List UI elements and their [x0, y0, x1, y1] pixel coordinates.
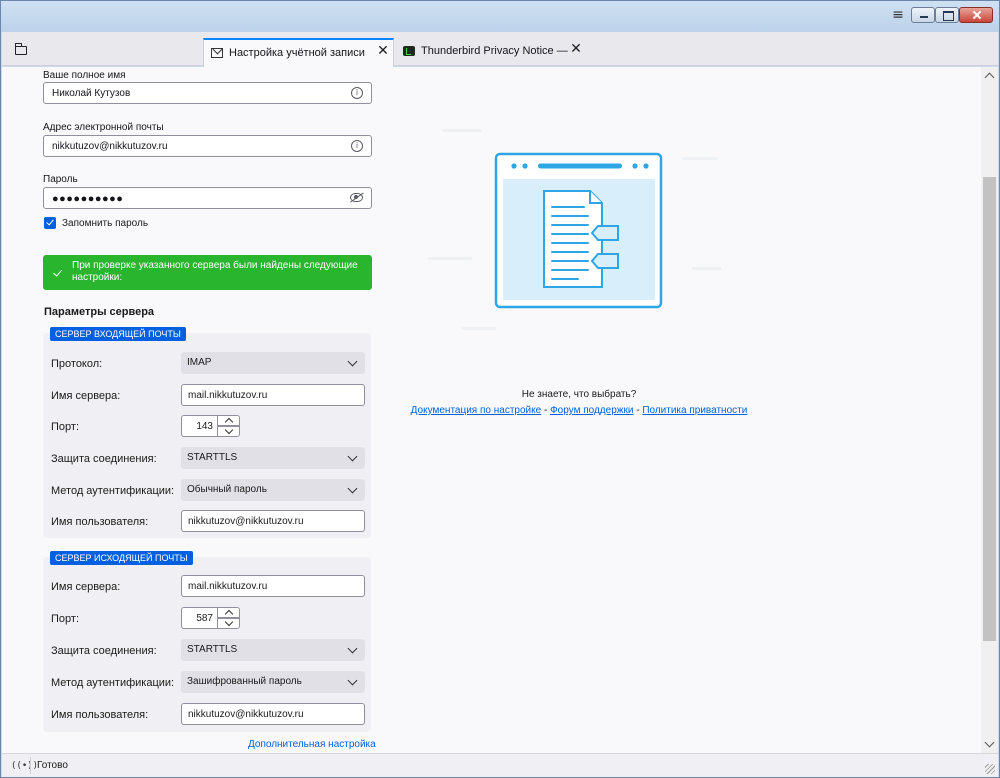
incoming-auth-value: Обычный пароль: [187, 484, 267, 495]
chevron-down-icon: [347, 356, 358, 367]
check-icon: [53, 267, 62, 277]
tab-bar: Настройка учётной записи ✕ Thunderbird P…: [2, 32, 998, 67]
forum-link[interactable]: Форум поддержки: [550, 405, 633, 416]
outgoing-server-badge: Сервер исходящей почты: [50, 551, 193, 565]
minimize-icon: [912, 8, 934, 22]
outgoing-port-stepper[interactable]: 587: [181, 607, 242, 629]
resize-grip-icon[interactable]: [985, 764, 995, 774]
full-name-label: Ваше полное имя: [43, 70, 126, 81]
outgoing-security-select[interactable]: STARTTLS: [181, 639, 365, 661]
incoming-hostname-input[interactable]: mail.nikkutuzov.ru: [181, 384, 365, 406]
online-status-icon[interactable]: ((•)): [11, 760, 38, 772]
account-setup-illustration: [428, 129, 722, 330]
outgoing-username-label: Имя пользователя:: [51, 709, 149, 721]
password-value: ●●●●●●●●●●: [52, 193, 124, 205]
account-setup-page: Ваше полное имя Николай Кутузов i Адрес …: [2, 67, 998, 753]
outgoing-hostname-input[interactable]: mail.nikkutuzov.ru: [181, 575, 365, 597]
incoming-port-stepper[interactable]: 143: [181, 415, 242, 437]
incoming-auth-label: Метод аутентификации:: [51, 485, 175, 497]
outgoing-server-panel: Сервер исходящей почты Имя сервера: mail…: [43, 551, 371, 732]
incoming-port-label: Порт:: [51, 421, 79, 433]
app-window: ≡ Настройка учётной записи ✕ Thunderbird…: [0, 0, 1000, 778]
decrement-button[interactable]: [217, 618, 240, 629]
minimize-button[interactable]: [911, 7, 935, 23]
help-question: Не знаете, что выбрать?: [521, 389, 637, 400]
privacy-link[interactable]: Политика приватности: [642, 405, 747, 416]
scroll-down-icon[interactable]: [981, 736, 998, 753]
notice-text: При проверке указанного сервера были най…: [72, 260, 358, 283]
outgoing-port-input[interactable]: 587: [181, 607, 218, 629]
outgoing-hostname-label: Имя сервера:: [51, 581, 121, 593]
folder-icon[interactable]: [14, 43, 27, 55]
incoming-security-value: STARTTLS: [187, 452, 238, 463]
scrollbar-thumb[interactable]: [983, 177, 996, 641]
tab-title: Настройка учётной записи: [229, 47, 365, 59]
tab-close-icon[interactable]: ✕: [376, 44, 390, 58]
incoming-username-input[interactable]: nikkutuzov@nikkutuzov.ru: [181, 510, 365, 532]
protocol-select[interactable]: IMAP: [181, 352, 365, 374]
scroll-up-icon[interactable]: [981, 67, 998, 84]
chevron-down-icon: [347, 483, 358, 494]
email-value: nikkutuzov@nikkutuzov.ru: [52, 141, 168, 152]
chevron-down-icon: [347, 643, 358, 654]
maximize-icon: [936, 8, 958, 22]
outgoing-auth-label: Метод аутентификации:: [51, 677, 175, 689]
password-label: Пароль: [43, 174, 78, 185]
title-bar: ≡: [1, 1, 999, 32]
chevron-down-icon: [347, 451, 358, 462]
menu-icon[interactable]: ≡: [891, 8, 905, 23]
incoming-server-panel: Сервер входящей почты Протокол: IMAP Имя…: [43, 327, 371, 538]
chevron-down-icon: [347, 675, 358, 686]
divider: [30, 757, 31, 774]
email-label: Адрес электронной почты: [43, 122, 164, 133]
protocol-label: Протокол:: [51, 358, 103, 370]
protocol-value: IMAP: [187, 357, 212, 368]
advanced-config-link[interactable]: Дополнительная настройка: [248, 739, 376, 750]
tab-privacy-notice[interactable]: Thunderbird Privacy Notice — Mozilla ✕: [396, 38, 588, 66]
email-input[interactable]: nikkutuzov@nikkutuzov.ru i: [43, 135, 372, 157]
docs-link[interactable]: Документация по настройке: [411, 405, 542, 416]
info-icon[interactable]: i: [351, 140, 363, 152]
outgoing-username-input[interactable]: nikkutuzov@nikkutuzov.ru: [181, 703, 365, 725]
incoming-auth-select[interactable]: Обычный пароль: [181, 479, 365, 501]
server-settings-title: Параметры сервера: [44, 306, 155, 318]
remember-password-checkbox[interactable]: [44, 217, 56, 229]
incoming-port-input[interactable]: 143: [181, 415, 218, 437]
outgoing-security-value: STARTTLS: [187, 644, 238, 655]
full-name-input[interactable]: Николай Кутузов i: [43, 82, 372, 104]
outgoing-port-label: Порт:: [51, 613, 79, 625]
mail-icon: [211, 48, 223, 58]
incoming-username-label: Имя пользователя:: [51, 516, 149, 528]
success-notice: При проверке указанного сервера были най…: [43, 255, 372, 290]
separator: -: [633, 405, 643, 416]
close-window-button[interactable]: [959, 7, 993, 23]
help-section: Не знаете, что выбрать? Документация по …: [392, 389, 766, 416]
close-icon: [960, 8, 992, 22]
remember-password-label[interactable]: Запомнить пароль: [62, 218, 148, 229]
hidden-eye-icon[interactable]: [350, 193, 363, 202]
incoming-security-select[interactable]: STARTTLS: [181, 447, 365, 469]
incoming-hostname-label: Имя сервера:: [51, 390, 121, 402]
incoming-server-badge: Сервер входящей почты: [50, 327, 186, 341]
info-icon[interactable]: i: [351, 87, 363, 99]
maximize-button[interactable]: [935, 7, 959, 23]
tab-account-setup[interactable]: Настройка учётной записи ✕: [203, 38, 394, 67]
tab-title: Thunderbird Privacy Notice — Mozilla: [421, 45, 569, 57]
thunderbird-icon: [403, 46, 415, 56]
incoming-security-label: Защита соединения:: [51, 453, 157, 465]
outgoing-security-label: Защита соединения:: [51, 645, 157, 657]
status-bar: ((•)) Готово: [2, 753, 998, 777]
outgoing-auth-select[interactable]: Зашифрованный пароль: [181, 671, 365, 693]
separator: -: [541, 405, 551, 416]
password-input[interactable]: ●●●●●●●●●●: [43, 187, 372, 209]
status-text: Готово: [37, 760, 68, 771]
vertical-scrollbar[interactable]: [981, 67, 998, 753]
outgoing-auth-value: Зашифрованный пароль: [187, 676, 302, 687]
decrement-button[interactable]: [217, 426, 240, 437]
tab-close-icon[interactable]: ✕: [569, 42, 583, 56]
full-name-value: Николай Кутузов: [52, 88, 131, 99]
